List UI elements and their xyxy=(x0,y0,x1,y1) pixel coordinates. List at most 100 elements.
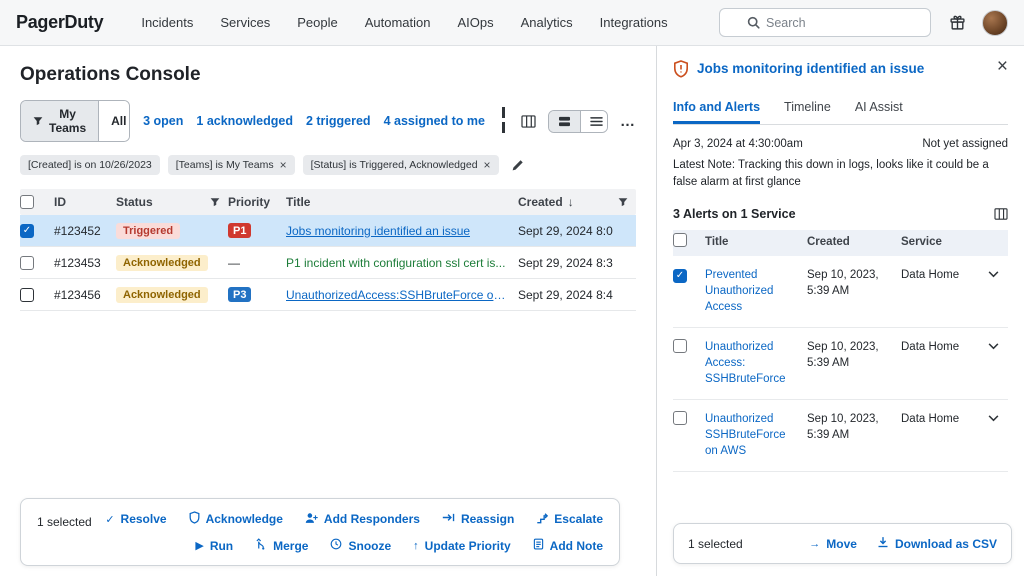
filter-chip-status[interactable]: [Status] is Triggered, Acknowledged × xyxy=(303,155,499,175)
nav-services[interactable]: Services xyxy=(220,15,270,30)
update-priority-button[interactable]: ↑ Update Priority xyxy=(413,538,511,553)
detail-meta: Apr 3, 2024 at 4:30:00am Not yet assigne… xyxy=(673,138,1008,150)
incident-created: Sept 29, 2024 8:4 xyxy=(518,288,636,302)
tab-info-and-alerts[interactable]: Info and Alerts xyxy=(673,91,760,124)
nav-incidents[interactable]: Incidents xyxy=(141,15,193,30)
alert-row[interactable]: Prevented Unauthorized Access Sep 10, 20… xyxy=(673,256,1008,328)
merge-button[interactable]: Merge xyxy=(255,538,308,553)
nav-integrations[interactable]: Integrations xyxy=(600,15,668,30)
col-id: ID xyxy=(54,195,116,209)
close-panel-icon[interactable]: × xyxy=(997,59,1008,75)
triggered-count-link[interactable]: 2 triggered xyxy=(306,114,371,128)
my-teams-button[interactable]: My Teams xyxy=(21,101,98,141)
escalate-button[interactable]: Escalate xyxy=(536,511,603,527)
reassign-icon xyxy=(442,512,455,526)
filter-chip-created[interactable]: [Created] is on 10/26/2023 xyxy=(20,155,160,175)
move-button[interactable]: → Move xyxy=(809,536,857,551)
all-button[interactable]: All xyxy=(98,101,130,141)
incident-row[interactable]: #123453 Acknowledged — P1 incident with … xyxy=(20,247,636,279)
my-teams-label: My Teams xyxy=(49,107,86,135)
alert-row[interactable]: Unauthorized SSHBruteForce on AWS Sep 10… xyxy=(673,400,1008,472)
alert-service: Data Home xyxy=(901,339,988,355)
acknowledged-count-link[interactable]: 1 acknowledged xyxy=(196,114,293,128)
status-filter-icon[interactable] xyxy=(210,197,220,207)
col-created: Created xyxy=(518,195,563,209)
alert-title-link[interactable]: Prevented Unauthorized Access xyxy=(705,269,773,313)
nav-people[interactable]: People xyxy=(297,15,337,30)
run-button[interactable]: ▶ Run xyxy=(195,538,233,553)
sort-desc-icon[interactable]: ↓ xyxy=(568,195,574,209)
chevron-down-icon[interactable] xyxy=(988,271,999,278)
gift-icon[interactable] xyxy=(949,14,966,31)
incident-title-link[interactable]: Jobs monitoring identified an issue xyxy=(286,224,470,238)
alerts-select-all-checkbox[interactable] xyxy=(673,233,687,247)
open-count-link[interactable]: 3 open xyxy=(143,114,183,128)
priority-badge: P1 xyxy=(228,223,251,238)
alert-checkbox[interactable] xyxy=(673,411,687,425)
alert-service: Data Home xyxy=(901,267,988,283)
detail-header: Jobs monitoring identified an issue × xyxy=(673,59,1008,83)
alert-title-link[interactable]: Unauthorized SSHBruteForce on AWS xyxy=(705,413,786,457)
assigned-to-me-link[interactable]: 4 assigned to me xyxy=(384,114,485,128)
reassign-button[interactable]: Reassign xyxy=(442,511,514,527)
alert-created: Sep 10, 2023, 5:39 AM xyxy=(807,339,901,371)
incident-title-link[interactable]: UnauthorizedAccess:SSHBruteForce on AWS … xyxy=(286,288,510,302)
latest-note: Latest Note: Tracking this down in logs,… xyxy=(673,157,1008,192)
columns-icon[interactable] xyxy=(521,115,536,128)
edit-filters-pencil-icon[interactable] xyxy=(511,159,524,172)
row-checkbox[interactable] xyxy=(20,288,34,302)
pagerduty-logo[interactable]: PagerDuty xyxy=(16,12,103,33)
view-toggle xyxy=(548,110,608,133)
search-input[interactable] xyxy=(766,16,927,30)
download-csv-button[interactable]: Download as CSV xyxy=(877,536,997,551)
incident-created: Sept 29, 2024 8:3 xyxy=(518,256,636,270)
add-responders-button[interactable]: Add Responders xyxy=(305,511,420,527)
acknowledge-button[interactable]: Acknowledge xyxy=(189,511,283,527)
alerts-table: Title Created Service Prevented Unauthor… xyxy=(673,230,1008,473)
app-root: PagerDuty Incidents Services People Auto… xyxy=(0,0,1024,576)
content-area: Operations Console My Teams All 3 open 1… xyxy=(0,46,1024,576)
resolve-button[interactable]: ✓ Resolve xyxy=(105,511,166,527)
alert-created: Sep 10, 2023, 5:39 AM xyxy=(807,411,901,443)
chevron-down-icon[interactable] xyxy=(988,415,999,422)
person-add-icon xyxy=(305,512,318,527)
tab-timeline[interactable]: Timeline xyxy=(784,91,831,124)
list-view-icon[interactable] xyxy=(580,111,608,132)
nav-automation[interactable]: Automation xyxy=(365,15,431,30)
nav-aiops[interactable]: AIOps xyxy=(457,15,493,30)
alert-row[interactable]: Unauthorized Access: SSHBruteForce Sep 1… xyxy=(673,328,1008,400)
user-avatar[interactable] xyxy=(982,10,1008,36)
incident-row[interactable]: #123452 Triggered P1 Jobs monitoring ide… xyxy=(20,215,636,247)
row-checkbox[interactable] xyxy=(20,224,34,238)
download-icon xyxy=(877,536,889,551)
chip-label: [Teams] is My Teams xyxy=(176,159,274,171)
created-filter-icon[interactable] xyxy=(618,197,628,207)
remove-chip-icon[interactable]: × xyxy=(484,160,491,170)
nav-analytics[interactable]: Analytics xyxy=(521,15,573,30)
card-view-icon[interactable] xyxy=(549,111,580,132)
select-all-checkbox[interactable] xyxy=(20,195,34,209)
bulk-action-bar: 1 selected ✓ Resolve Acknowledge Add Res… xyxy=(20,498,620,566)
snooze-button[interactable]: Snooze xyxy=(330,538,391,553)
alerts-columns-icon[interactable] xyxy=(994,208,1008,220)
remove-chip-icon[interactable]: × xyxy=(280,160,287,170)
incident-shield-icon xyxy=(673,60,689,83)
incident-row[interactable]: #123456 Acknowledged P3 UnauthorizedAcce… xyxy=(20,279,636,311)
team-filter-toggle: My Teams All xyxy=(20,100,130,142)
more-options-icon[interactable]: … xyxy=(620,113,636,130)
alert-checkbox[interactable] xyxy=(673,339,687,353)
chevron-down-icon[interactable] xyxy=(988,343,999,350)
search-box[interactable] xyxy=(719,8,931,37)
incident-timestamp: Apr 3, 2024 at 4:30:00am xyxy=(673,138,803,150)
detail-title-link[interactable]: Jobs monitoring identified an issue xyxy=(697,59,924,78)
chip-label: [Status] is Triggered, Acknowledged xyxy=(311,159,478,171)
pause-updates-icon[interactable] xyxy=(498,106,509,136)
alert-checkbox[interactable] xyxy=(673,269,687,283)
incident-title-link[interactable]: P1 incident with configuration ssl cert … xyxy=(286,256,505,270)
top-navigation: PagerDuty Incidents Services People Auto… xyxy=(0,0,1024,46)
add-note-button[interactable]: Add Note xyxy=(533,538,603,553)
tab-ai-assist[interactable]: AI Assist xyxy=(855,91,903,124)
alert-title-link[interactable]: Unauthorized Access: SSHBruteForce xyxy=(705,341,786,385)
row-checkbox[interactable] xyxy=(20,256,34,270)
filter-chip-teams[interactable]: [Teams] is My Teams × xyxy=(168,155,295,175)
